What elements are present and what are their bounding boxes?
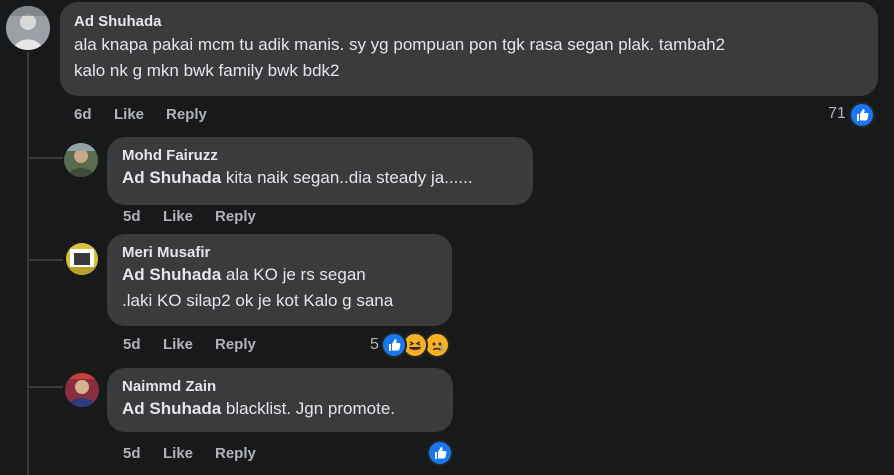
timestamp[interactable]: 5d [123,336,141,353]
comment-bubble: Meri Musafir Ad Shuhada ala KO je rs seg… [107,234,452,326]
comment-body: blacklist. Jgn promote. [221,399,396,418]
reply-button[interactable]: Reply [166,106,207,123]
comment-author[interactable]: Naimmd Zain [122,378,438,395]
comment-text: .laki KO silap2 ok je kot Kalo g sana [122,291,394,310]
comment-text: Ad Shuhada ala KO je rs segan [122,262,437,288]
comment-author[interactable]: Ad Shuhada [74,13,864,30]
comment-bubble: Naimmd Zain Ad Shuhada blacklist. Jgn pr… [107,368,453,432]
reply-button[interactable]: Reply [215,445,256,462]
like-button[interactable]: Like [163,208,193,225]
avatar[interactable] [65,373,99,407]
reaction-count[interactable]: 71 [828,105,846,123]
thread-line-reply-2 [27,259,63,261]
mention-tag[interactable]: Ad Shuhada [122,399,221,418]
thread-line-reply-3 [27,386,63,388]
like-button[interactable]: Like [163,336,193,353]
mention-tag[interactable]: Ad Shuhada [122,265,221,284]
timestamp[interactable]: 6d [74,106,92,123]
comment-author[interactable]: Meri Musafir [122,244,437,261]
thread-line-main [27,52,29,475]
comment-text: Ad Shuhada kita naik segan..dia steady j… [122,165,518,191]
timestamp[interactable]: 5d [123,208,141,225]
reply-button[interactable]: Reply [215,336,256,353]
avatar[interactable] [64,143,98,177]
like-icon[interactable] [427,440,453,466]
comment-author[interactable]: Mohd Fairuzz [122,147,518,164]
avatar[interactable] [66,243,98,275]
like-button[interactable]: Like [114,106,144,123]
comment-body: kita naik segan..dia steady ja...... [221,168,473,187]
comment-text: Ad Shuhada blacklist. Jgn promote. [122,396,438,422]
reply-button[interactable]: Reply [215,208,256,225]
comment-text: ala knapa pakai mcm tu adik manis. sy yg… [74,35,726,54]
like-icon[interactable] [381,332,407,358]
avatar[interactable] [6,6,50,50]
like-icon[interactable] [849,102,875,128]
comment-text: kalo nk g mkn bwk family bwk bdk2 [74,61,340,80]
like-button[interactable]: Like [163,445,193,462]
mention-tag[interactable]: Ad Shuhada [122,168,221,187]
comment-bubble: Ad Shuhada ala knapa pakai mcm tu adik m… [60,2,878,96]
thread-line-reply-1 [27,157,63,159]
comment-body: ala KO je rs segan [221,265,366,284]
reaction-count[interactable]: 5 [370,336,379,354]
timestamp[interactable]: 5d [123,445,141,462]
comment-bubble: Mohd Fairuzz Ad Shuhada kita naik segan.… [107,137,533,205]
